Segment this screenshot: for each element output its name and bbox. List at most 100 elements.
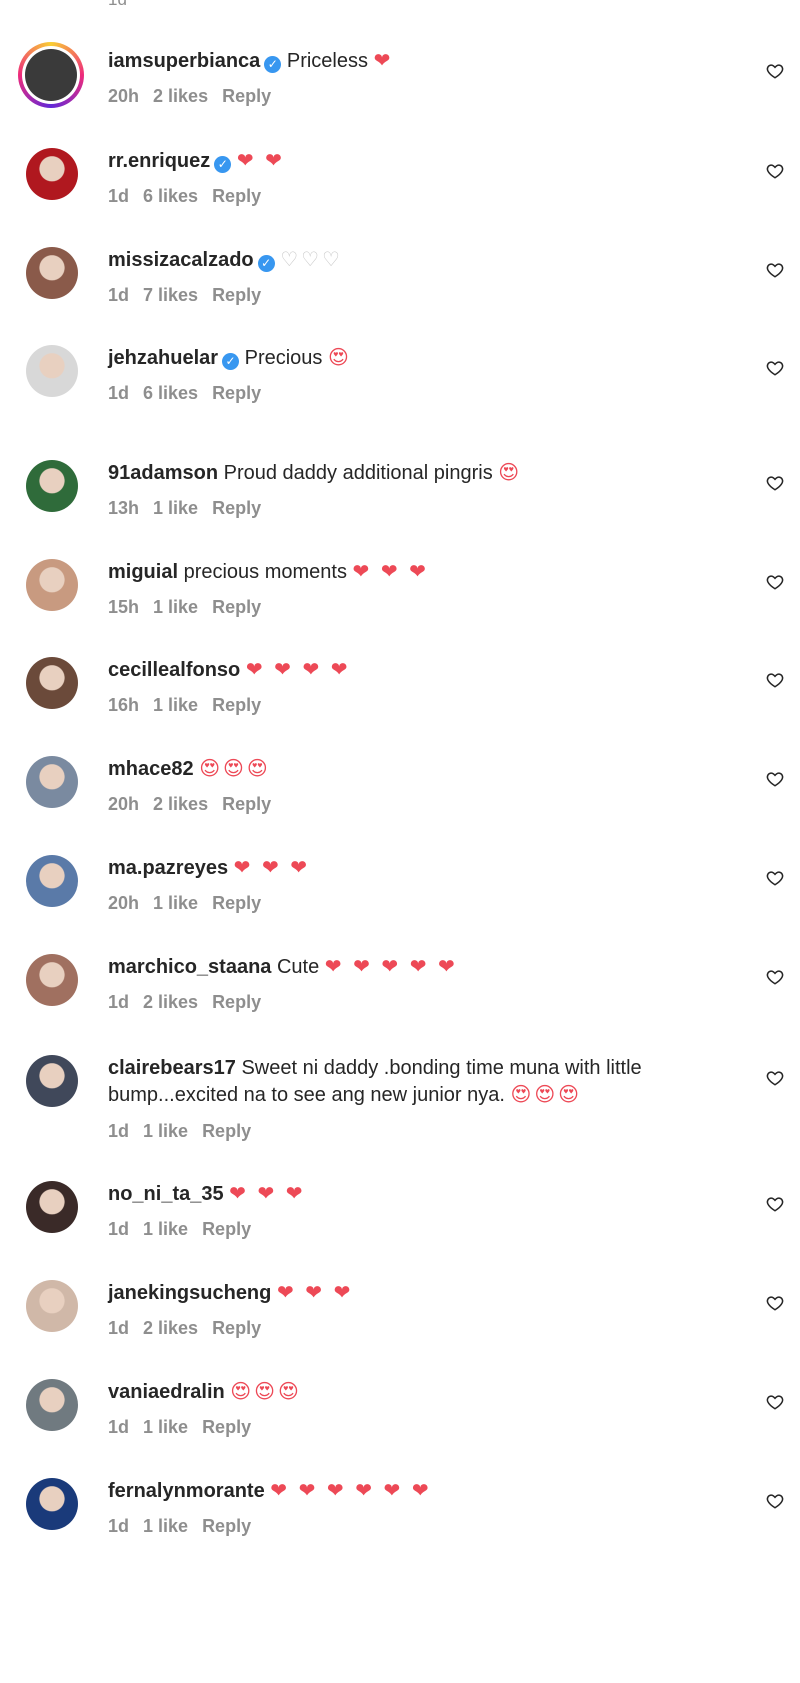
heart-outline-icon[interactable] (765, 474, 785, 494)
comment-meta: 1d 2 likes Reply (108, 1318, 275, 1339)
reply-button[interactable]: Reply (212, 992, 261, 1012)
comment-likes[interactable]: 1 like (153, 597, 198, 617)
heart-outline-icon[interactable] (765, 770, 785, 790)
reply-button[interactable]: Reply (212, 383, 261, 403)
comment-text: cecillealfonso ❤ ❤ ❤ ❤ (108, 657, 351, 684)
heart-outline-icon[interactable] (765, 1294, 785, 1314)
username-link[interactable]: mhace82 (108, 758, 194, 780)
heart-outline-icon[interactable] (765, 1492, 785, 1512)
comment-time: 1d (108, 1219, 130, 1239)
username-link[interactable]: miguial (108, 561, 178, 583)
avatar[interactable] (26, 345, 78, 397)
reply-button[interactable]: Reply (212, 186, 261, 206)
heart-outline-icon[interactable] (765, 359, 785, 379)
reply-button[interactable]: Reply (212, 893, 261, 913)
username-link[interactable]: cecillealfonso (108, 659, 240, 681)
comment-time: 16h (108, 695, 140, 715)
comment-likes[interactable]: 7 likes (143, 285, 198, 305)
comment-meta: 1d 7 likes Reply (108, 285, 275, 306)
username-link[interactable]: rr.enriquez (108, 150, 210, 172)
avatar[interactable] (26, 247, 78, 299)
username-link[interactable]: no_ni_ta_35 (108, 1183, 224, 1205)
comment-time: 1d (108, 383, 130, 403)
comment-likes[interactable]: 1 like (143, 1417, 188, 1437)
comment-likes[interactable]: 1 like (153, 695, 198, 715)
comment-likes[interactable]: 2 likes (143, 992, 198, 1012)
username-link[interactable]: missizacalzado (108, 249, 254, 271)
reply-button[interactable]: Reply (212, 1318, 261, 1338)
username-link[interactable]: jehzahuelar (108, 347, 218, 369)
reply-button[interactable]: Reply (212, 597, 261, 617)
heart-outline-icon[interactable] (765, 968, 785, 988)
comment-likes[interactable]: 1 like (143, 1219, 188, 1239)
avatar[interactable] (26, 954, 78, 1006)
comment-body: precious moments (183, 561, 347, 583)
comment-likes[interactable]: 6 likes (143, 186, 198, 206)
comment-time: 13h (108, 498, 140, 518)
reply-button[interactable]: Reply (222, 794, 271, 814)
avatar[interactable] (26, 756, 78, 808)
heart-outline-icon[interactable] (765, 1069, 785, 1089)
heart-outline-icon[interactable] (765, 573, 785, 593)
comment-emojis: ❤ ❤ ❤ (229, 1183, 306, 1205)
comment-meta: 20h 2 likes Reply (108, 794, 285, 815)
comment-text: marchico_staana Cute ❤ ❤ ❤ ❤ ❤ (108, 954, 458, 981)
verified-badge-icon: ✓ (257, 255, 275, 272)
avatar[interactable] (26, 559, 78, 611)
verified-badge-icon: ✓ (214, 156, 232, 173)
comment-text: rr.enriquez ✓ ❤ ❤ (108, 148, 285, 175)
heart-outline-icon[interactable] (765, 162, 785, 182)
avatar[interactable] (26, 1379, 78, 1431)
comment-emojis: 😍😍😍 (510, 1084, 583, 1106)
comment-likes[interactable]: 2 likes (153, 86, 208, 106)
comment-likes[interactable]: 2 likes (143, 1318, 198, 1338)
heart-outline-icon[interactable] (765, 671, 785, 691)
username-link[interactable]: ma.pazreyes (108, 857, 228, 879)
avatar[interactable] (26, 855, 78, 907)
username-link[interactable]: fernalynmorante (108, 1480, 265, 1502)
comment-meta: 1d 1 like Reply (108, 1516, 265, 1537)
comment-likes[interactable]: 1 like (153, 893, 198, 913)
comment-emojis: ❤ (373, 50, 394, 72)
heart-outline-icon[interactable] (765, 1195, 785, 1215)
heart-outline-icon[interactable] (765, 1393, 785, 1413)
heart-outline-icon[interactable] (765, 261, 785, 281)
comment-likes[interactable]: 2 likes (153, 794, 208, 814)
reply-button[interactable]: Reply (202, 1417, 251, 1437)
comment-likes[interactable]: 1 like (153, 498, 198, 518)
avatar[interactable] (26, 657, 78, 709)
comment-emojis: ❤ ❤ ❤ ❤ (245, 659, 351, 681)
comment-time: 1d (108, 285, 130, 305)
comment-emojis: 😍 (327, 347, 352, 369)
heart-outline-icon[interactable] (765, 62, 785, 82)
reply-button[interactable]: Reply (202, 1121, 251, 1141)
reply-button[interactable]: Reply (212, 285, 261, 305)
avatar[interactable] (26, 1181, 78, 1233)
reply-button[interactable]: Reply (202, 1516, 251, 1536)
username-link[interactable]: janekingsucheng (108, 1282, 271, 1304)
avatar[interactable] (26, 1478, 78, 1530)
comment-text: clairebears17 Sweet ni daddy .bonding ti… (108, 1055, 728, 1109)
heart-outline-icon[interactable] (765, 869, 785, 889)
comment-likes[interactable]: 1 like (143, 1516, 188, 1536)
comment-text: iamsuperbianca ✓ Priceless ❤ (108, 48, 393, 75)
username-link[interactable]: 91adamson (108, 462, 218, 484)
avatar[interactable] (26, 1055, 78, 1107)
comment-meta: 1d 2 likes Reply (108, 992, 275, 1013)
username-link[interactable]: iamsuperbianca (108, 50, 260, 72)
comment-likes[interactable]: 1 like (143, 1121, 188, 1141)
comment-likes[interactable]: 6 likes (143, 383, 198, 403)
reply-button[interactable]: Reply (212, 498, 261, 518)
reply-button[interactable]: Reply (202, 1219, 251, 1239)
avatar[interactable] (18, 42, 84, 108)
reply-button[interactable]: Reply (222, 86, 271, 106)
avatar[interactable] (26, 1280, 78, 1332)
avatar[interactable] (26, 460, 78, 512)
avatar[interactable] (26, 148, 78, 200)
username-link[interactable]: marchico_staana (108, 956, 271, 978)
comment-text: jehzahuelar ✓ Precious 😍 (108, 345, 352, 372)
username-link[interactable]: clairebears17 (108, 1057, 236, 1079)
comment-meta: 20h 2 likes Reply (108, 86, 285, 107)
reply-button[interactable]: Reply (212, 695, 261, 715)
username-link[interactable]: vaniaedralin (108, 1381, 225, 1403)
